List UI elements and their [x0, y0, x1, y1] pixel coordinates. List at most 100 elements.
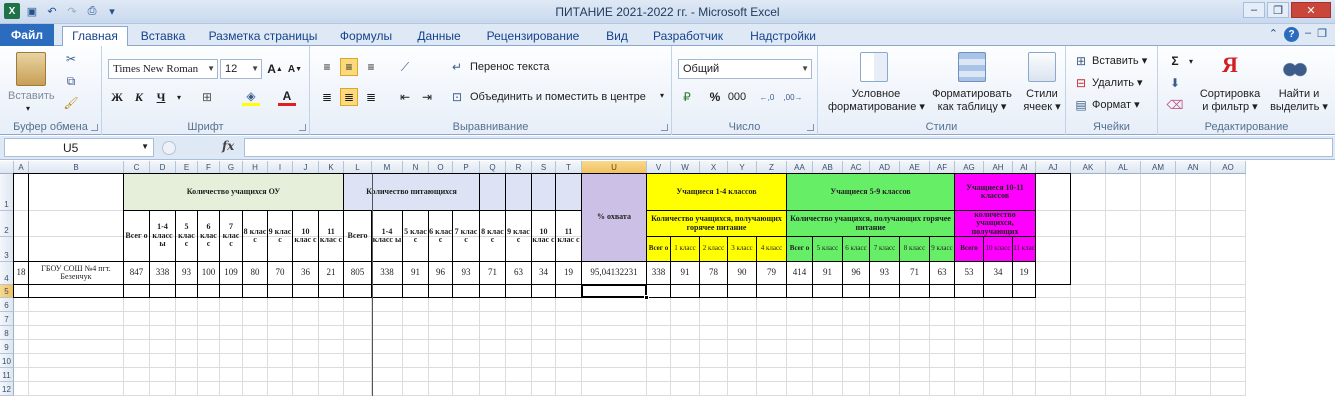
grid-cell[interactable]	[14, 354, 29, 368]
grid-cell[interactable]	[1106, 368, 1141, 382]
row-header[interactable]: 12	[0, 382, 14, 396]
header-fed-spacer[interactable]	[555, 173, 582, 211]
align-middle-icon[interactable]: ≡	[340, 58, 358, 76]
paste-button[interactable]: Вставить	[8, 90, 55, 102]
grid-cell[interactable]	[647, 354, 671, 368]
grid-cell[interactable]	[14, 312, 29, 326]
grid-cell[interactable]	[268, 326, 293, 340]
grade-5-9-cell[interactable]: 96	[842, 261, 870, 285]
row5-cell[interactable]	[242, 284, 268, 298]
grid-cell[interactable]	[1106, 285, 1141, 298]
grid-cell[interactable]	[1106, 312, 1141, 326]
row5-cell[interactable]	[842, 284, 870, 298]
grid-cell[interactable]	[955, 368, 984, 382]
grid-cell[interactable]	[955, 382, 984, 396]
grid-cell[interactable]	[29, 354, 124, 368]
grid-cell[interactable]	[532, 312, 556, 326]
grid-cell[interactable]	[984, 326, 1013, 340]
grid-cell[interactable]	[372, 326, 403, 340]
grid-cell[interactable]	[453, 340, 480, 354]
grid-cell[interactable]	[556, 368, 582, 382]
font-dialog-icon[interactable]	[299, 124, 306, 131]
row-header[interactable]: 1	[0, 174, 14, 211]
grid-cell[interactable]	[930, 340, 955, 354]
tab-file[interactable]: Файл	[0, 24, 54, 46]
cell-styles-button[interactable]: Стили ячеек ▾	[1018, 88, 1066, 114]
row5-cell[interactable]	[954, 284, 984, 298]
grid-cell[interactable]	[293, 368, 319, 382]
grid-cell[interactable]	[984, 368, 1013, 382]
grid-cell[interactable]	[671, 340, 700, 354]
italic-button[interactable]: К	[130, 88, 148, 106]
column-header[interactable]: AN	[1176, 161, 1211, 174]
row-header[interactable]: 2	[0, 211, 14, 237]
percent-button[interactable]: %	[706, 88, 724, 106]
grid-cell[interactable]	[556, 382, 582, 396]
grid-cell[interactable]	[582, 298, 647, 312]
workbook-minimize-icon[interactable]: –	[1305, 27, 1311, 42]
grid-cell[interactable]	[700, 340, 728, 354]
grid-cell[interactable]	[198, 382, 220, 396]
grid-cell[interactable]	[647, 298, 671, 312]
header-g1011-AG[interactable]: Всего	[954, 236, 984, 262]
header-blank-b[interactable]	[28, 173, 124, 262]
grid-cell[interactable]	[582, 368, 647, 382]
grid-cell[interactable]	[268, 340, 293, 354]
header-count-fed[interactable]: Количество питающихся	[343, 173, 480, 211]
grid-cell[interactable]	[176, 368, 198, 382]
ou-count-cell[interactable]: 847	[123, 261, 150, 285]
fed-count-cell[interactable]: 96	[428, 261, 453, 285]
minimize-icon[interactable]: –	[1243, 2, 1265, 18]
grid-cell[interactable]	[647, 368, 671, 382]
grid-cell[interactable]	[1141, 354, 1176, 368]
row-header[interactable]: 7	[0, 312, 14, 326]
grid-cell[interactable]	[930, 382, 955, 396]
grid-cell[interactable]	[757, 312, 787, 326]
format-cells-button[interactable]: Формат ▾	[1092, 98, 1140, 111]
grade-1-4-cell[interactable]: 79	[756, 261, 787, 285]
header-g1011-AH[interactable]: 10 класс	[983, 236, 1013, 262]
grid-cell[interactable]	[124, 340, 150, 354]
grid-cell[interactable]	[198, 326, 220, 340]
row-header[interactable]: 6	[0, 298, 14, 312]
row5-cell[interactable]	[786, 284, 813, 298]
grid-cell[interactable]	[344, 368, 372, 382]
grid-cell[interactable]	[150, 326, 176, 340]
header-fed-L[interactable]: Всего	[343, 210, 372, 262]
insert-function-button[interactable]: fx	[222, 139, 234, 153]
grade-10-11-cell[interactable]: 34	[983, 261, 1013, 285]
grade-5-9-cell[interactable]: 414	[786, 261, 813, 285]
grid-cell[interactable]	[293, 382, 319, 396]
grid-cell[interactable]	[532, 382, 556, 396]
fed-count-cell[interactable]: 805	[343, 261, 372, 285]
row5-cell[interactable]	[343, 284, 372, 298]
grid-cell[interactable]	[176, 354, 198, 368]
grid-cell[interactable]	[243, 326, 268, 340]
header-count-ou[interactable]: Количество учащихся ОУ	[123, 173, 344, 211]
row5-cell[interactable]	[756, 284, 787, 298]
fill-handle[interactable]	[644, 295, 649, 300]
grid-cell[interactable]	[787, 368, 813, 382]
grid-cell[interactable]	[1141, 382, 1176, 396]
grid-cell[interactable]	[243, 340, 268, 354]
grid-cell[interactable]	[813, 382, 843, 396]
grid-cell[interactable]	[29, 340, 124, 354]
formula-bar-splitter-icon[interactable]	[162, 141, 176, 155]
grid-cell[interactable]	[14, 326, 29, 340]
grid-cell[interactable]	[671, 354, 700, 368]
grid-cell[interactable]	[319, 382, 344, 396]
grid-cell[interactable]	[1036, 298, 1071, 312]
grid-cell[interactable]	[198, 340, 220, 354]
grid-cell[interactable]	[843, 354, 870, 368]
row5-cell[interactable]	[175, 284, 198, 298]
grid-cell[interactable]	[429, 382, 453, 396]
paste-icon[interactable]	[16, 52, 46, 86]
grid-cell[interactable]	[700, 326, 728, 340]
grid-cell[interactable]	[1141, 298, 1176, 312]
grid-cell[interactable]	[1141, 262, 1176, 285]
grid-cell[interactable]	[372, 354, 403, 368]
currency-icon[interactable]: ₽	[678, 88, 696, 106]
grid-cell[interactable]	[582, 312, 647, 326]
tab-addins[interactable]: Надстройки	[748, 27, 818, 46]
grid-cell[interactable]	[1106, 382, 1141, 396]
